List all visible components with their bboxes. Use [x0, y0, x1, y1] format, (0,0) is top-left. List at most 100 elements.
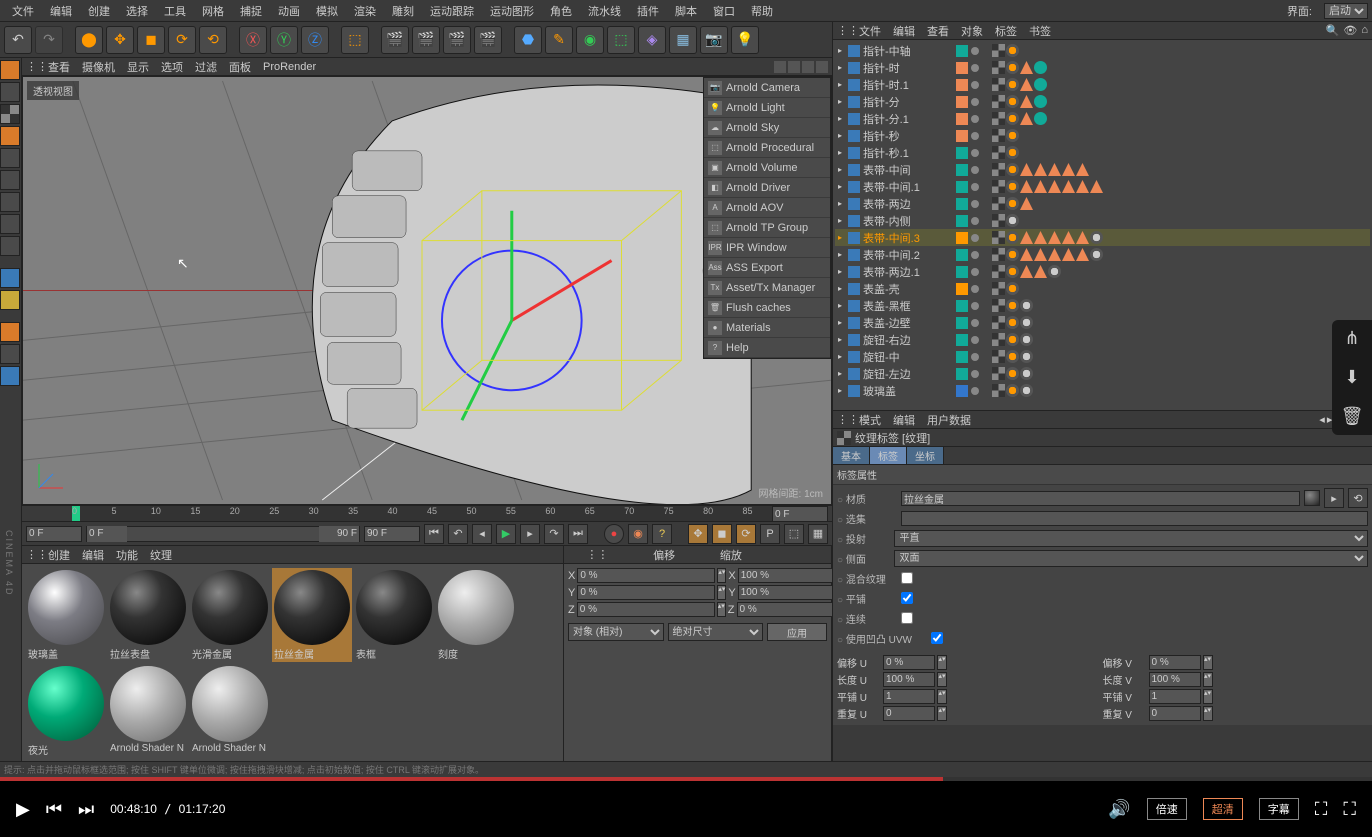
record-button[interactable]: ● [604, 524, 624, 544]
tile-checkbox[interactable] [901, 592, 913, 604]
om-tags[interactable]: 标签 [995, 23, 1017, 39]
vp-display[interactable]: 显示 [127, 59, 149, 75]
range-start-input[interactable] [26, 526, 82, 542]
spinner-icon[interactable]: ▴▾ [1203, 672, 1213, 687]
projection-select[interactable]: 平直 [894, 530, 1368, 547]
tag-check-icon[interactable] [992, 367, 1005, 380]
expand-icon[interactable]: ▸ [835, 386, 845, 395]
keyframe-options-button[interactable]: ? [652, 524, 672, 544]
layer-color-swatch[interactable] [956, 317, 968, 329]
tag-tri-icon[interactable] [1020, 197, 1033, 210]
layer-color-swatch[interactable] [956, 300, 968, 312]
menu-snap[interactable]: 捕捉 [232, 3, 270, 19]
visibility-dot[interactable] [971, 47, 979, 55]
object-row[interactable]: ▸指针-时 [835, 59, 1370, 76]
layer-color-swatch[interactable] [956, 113, 968, 125]
vp-view[interactable]: 查看 [48, 59, 70, 75]
subtitle-button[interactable]: 字幕 [1259, 798, 1299, 820]
search-icon[interactable]: 🔍 [1326, 24, 1340, 37]
tileu-input[interactable] [883, 689, 935, 704]
tag-dot-icon[interactable] [1006, 384, 1019, 397]
tag-tri-icon[interactable] [1034, 180, 1047, 193]
tag-check-icon[interactable] [992, 78, 1005, 91]
layer-color-swatch[interactable] [956, 96, 968, 108]
tag-check-icon[interactable] [992, 61, 1005, 74]
arnold-volume-item[interactable]: ▣Arnold Volume [704, 158, 830, 178]
om-view[interactable]: 查看 [927, 23, 949, 39]
range-end-input[interactable] [364, 526, 420, 542]
object-row[interactable]: ▸旋钮-右边 [835, 331, 1370, 348]
menu-select[interactable]: 选择 [118, 3, 156, 19]
layer-color-swatch[interactable] [956, 198, 968, 210]
layer-color-swatch[interactable] [956, 130, 968, 142]
progress-bar[interactable] [0, 777, 1372, 781]
expand-icon[interactable]: ▸ [835, 352, 845, 361]
visibility-dot[interactable] [971, 268, 979, 276]
visibility-dot[interactable] [971, 81, 979, 89]
select-tool[interactable]: ⬤ [75, 26, 103, 54]
menu-motiontrack[interactable]: 运动跟踪 [422, 3, 482, 19]
object-row[interactable]: ▸表带-两边 [835, 195, 1370, 212]
lengthu-input[interactable] [883, 672, 935, 687]
tag-tri-icon[interactable] [1020, 180, 1033, 193]
goto-start-button[interactable]: ⏮ [424, 524, 444, 544]
tag-tri-icon[interactable] [1062, 180, 1075, 193]
arnold-aov-item[interactable]: AArnold AOV [704, 198, 830, 218]
visibility-dot[interactable] [971, 200, 979, 208]
expand-icon[interactable]: ▸ [835, 46, 845, 55]
visibility-dot[interactable] [971, 319, 979, 327]
vp-filter[interactable]: 过滤 [195, 59, 217, 75]
material-item[interactable]: 拉丝金属 [272, 568, 352, 662]
pip-icon[interactable]: ⛶ [1315, 799, 1328, 820]
tag-tri-icon[interactable] [1034, 231, 1047, 244]
menu-file[interactable]: 文件 [4, 3, 42, 19]
prev-frame-button[interactable]: ◂ [472, 524, 492, 544]
key-scale-button[interactable]: ◼ [712, 524, 732, 544]
object-row[interactable]: ▸旋钮-左边 [835, 365, 1370, 382]
vp-options[interactable]: 选项 [161, 59, 183, 75]
expand-icon[interactable]: ▸ [835, 369, 845, 378]
goto-end-button[interactable]: ⏭ [568, 524, 588, 544]
perspective-viewport[interactable]: 透视视图 [22, 76, 832, 505]
tag-check-icon[interactable] [992, 384, 1005, 397]
material-item[interactable]: 刻度 [436, 568, 516, 662]
tag-check-icon[interactable] [992, 146, 1005, 159]
visibility-dot[interactable] [971, 234, 979, 242]
player-next-button[interactable]: ⏭ [78, 799, 94, 820]
layer-color-swatch[interactable] [956, 181, 968, 193]
material-item[interactable]: 拉丝表盘 [108, 568, 188, 662]
arnold-tpgroup-item[interactable]: ⬚Arnold TP Group [704, 218, 830, 238]
spinner-icon[interactable]: ▴▾ [717, 568, 726, 583]
tag-check-icon[interactable] [992, 129, 1005, 142]
uvw-checkbox[interactable] [931, 632, 943, 644]
expand-icon[interactable]: ▸ [835, 318, 845, 327]
tag-teal-dot-icon[interactable] [1034, 61, 1047, 74]
spinner-icon[interactable]: ▴▾ [1203, 706, 1213, 721]
tag-gray-dot-icon[interactable] [1048, 265, 1061, 278]
menu-tools[interactable]: 工具 [156, 3, 194, 19]
tag-tri-icon[interactable] [1034, 163, 1047, 176]
render-view-button[interactable]: 🎬 [381, 26, 409, 54]
quality-button[interactable]: 超清 [1203, 798, 1243, 820]
player-prev-button[interactable]: ⏮ [46, 799, 62, 820]
visibility-dot[interactable] [971, 285, 979, 293]
points-mode-button[interactable] [0, 148, 20, 168]
expand-icon[interactable]: ▸ [835, 284, 845, 293]
object-row[interactable]: ▸玻璃盖 [835, 382, 1370, 399]
offsetu-input[interactable] [883, 655, 935, 670]
material-input[interactable] [901, 491, 1300, 506]
material-item[interactable]: 夜光 [26, 664, 106, 758]
menu-character[interactable]: 角色 [542, 3, 580, 19]
tag-tri-icon[interactable] [1048, 180, 1061, 193]
texture-button[interactable] [0, 104, 20, 124]
mat-edit[interactable]: 编辑 [82, 547, 104, 563]
menu-sculpt[interactable]: 雕刻 [384, 3, 422, 19]
edges-mode-button[interactable] [0, 170, 20, 190]
object-row[interactable]: ▸表带-中间 [835, 161, 1370, 178]
expand-icon[interactable]: ▸ [835, 267, 845, 276]
tag-dot-icon[interactable] [1006, 146, 1019, 159]
tag-tri-icon[interactable] [1062, 231, 1075, 244]
tag-dot-icon[interactable] [1006, 282, 1019, 295]
spinner-icon[interactable]: ▴▾ [937, 672, 947, 687]
object-row[interactable]: ▸表带-中间.3 [835, 229, 1370, 246]
